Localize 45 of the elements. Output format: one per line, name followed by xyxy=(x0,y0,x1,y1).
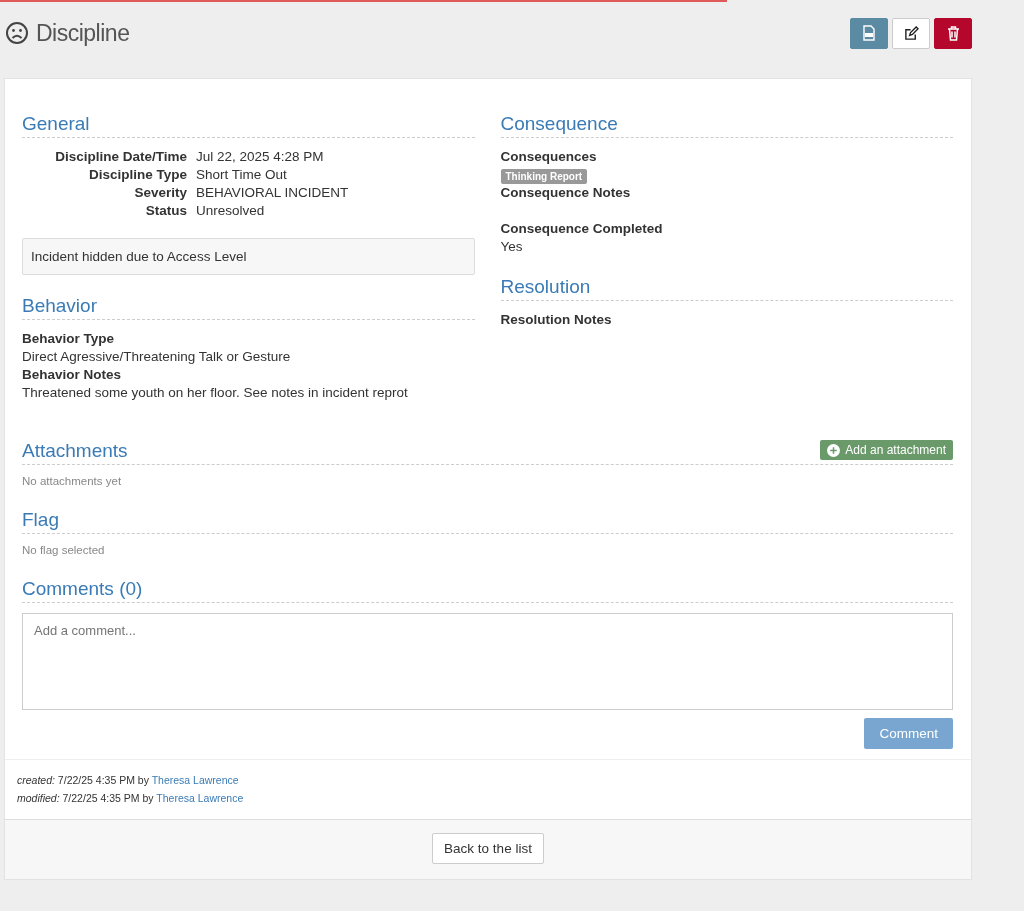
add-attachment-button[interactable]: Add an attachment xyxy=(820,440,953,460)
access-notice: Incident hidden due to Access Level xyxy=(22,238,475,275)
field-label: Behavior Notes xyxy=(22,366,123,384)
user-link[interactable]: Theresa Lawrence xyxy=(156,792,244,804)
field-value: BEHAVIORAL INCIDENT xyxy=(196,184,350,202)
comment-field[interactable]: Add a comment... xyxy=(22,613,953,710)
pdf-file-icon xyxy=(862,25,876,41)
sad-face-icon xyxy=(5,21,29,45)
section-heading: General xyxy=(22,113,475,138)
section-heading: Comments (0) xyxy=(22,578,953,603)
user-link[interactable]: Theresa Lawrence xyxy=(151,774,239,786)
plus-circle-icon xyxy=(827,443,841,457)
field-label: Resolution Notes xyxy=(500,311,613,329)
section-heading: Resolution xyxy=(500,276,953,301)
field-value: Jul 22, 2025 4:28 PM xyxy=(196,148,325,166)
consequence-tag: Thinking Report xyxy=(500,169,588,184)
empty-message: No attachments yet xyxy=(22,475,123,487)
field-value: Direct Agressive/Threatening Talk or Gesture xyxy=(22,348,292,366)
edit-icon xyxy=(903,25,919,41)
field-label: Discipline Date/Time xyxy=(54,148,187,166)
page-title: Discipline xyxy=(36,19,130,47)
field-value: Yes xyxy=(500,238,524,256)
audit-info: created: 7/22/25 4:35 PM by Theresa Lawrence xyxy=(17,773,240,788)
delete-button[interactable] xyxy=(934,17,972,49)
field-label: Discipline Type xyxy=(87,166,187,184)
field-label: Status xyxy=(144,202,187,220)
field-label: Severity xyxy=(133,184,187,202)
empty-message: No flag selected xyxy=(22,544,106,556)
section-heading: Attachments xyxy=(22,440,128,463)
section-heading: Flag xyxy=(22,509,953,534)
field-value: Threatened some youth on her floor. See notes in incident reprot xyxy=(22,384,409,402)
field-label: Consequence Completed xyxy=(500,220,664,238)
field-value: Short Time Out xyxy=(196,166,288,184)
trash-icon xyxy=(946,25,960,41)
edit-button[interactable] xyxy=(892,17,930,49)
field-value: Unresolved xyxy=(196,202,266,220)
section-heading: Consequence xyxy=(500,113,953,138)
section-heading: Behavior xyxy=(22,295,475,320)
field-label: Consequences xyxy=(500,148,598,166)
field-label: Behavior Type xyxy=(22,330,116,348)
pdf-button[interactable] xyxy=(850,17,888,49)
comment-button[interactable]: Comment xyxy=(864,718,953,749)
back-button[interactable]: Back to the list xyxy=(432,833,544,864)
audit-info: modified: 7/22/25 4:35 PM by Theresa Lawrence xyxy=(17,791,245,806)
field-label: Consequence Notes xyxy=(500,184,632,202)
